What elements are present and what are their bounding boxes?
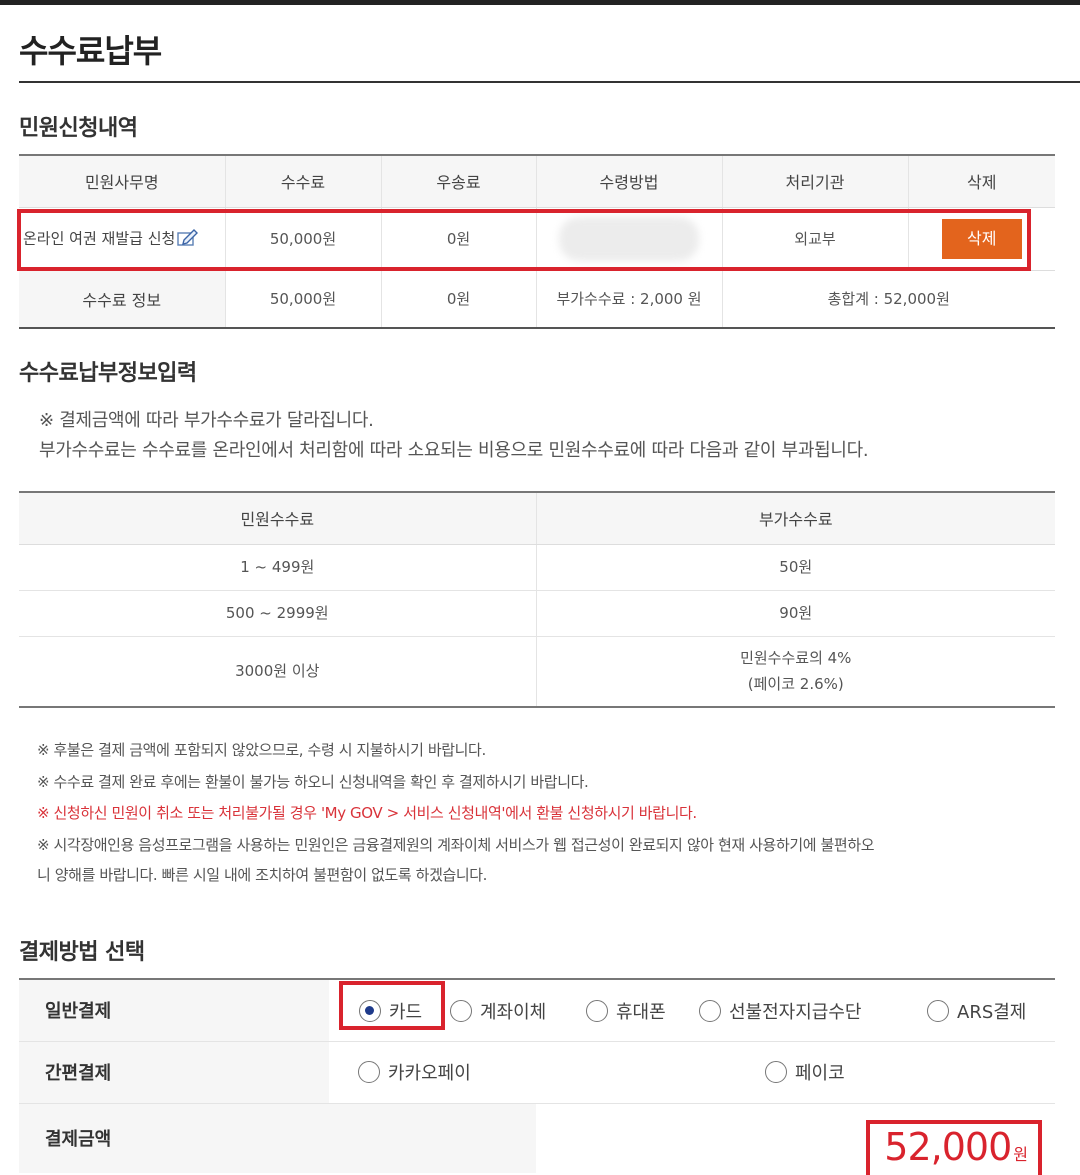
section-title-payment-info: 수수료납부정보입력: [19, 361, 197, 386]
surcharge-fee-range: 3000원 이상: [19, 636, 537, 707]
radio-mobile-label: 휴대폰: [616, 1002, 666, 1023]
title-divider: [19, 81, 1080, 83]
fee-info-fee: 50,000원: [225, 270, 382, 328]
radio-prepaid-label: 선불전자지급수단: [729, 1002, 862, 1023]
general-payment-label: 일반결제: [19, 979, 329, 1042]
surcharge-row: 3000원 이상 민원수수료의 4% (페이코 2.6%): [19, 636, 1055, 707]
delete-button[interactable]: 삭제: [941, 218, 1022, 259]
surcharge-fee-range: 500 ~ 2999원: [19, 590, 537, 637]
radio-bank-transfer-label: 계좌이체: [480, 1002, 547, 1023]
fee-info-surcharge: 부가수수료 : 2,000 원: [536, 270, 723, 328]
note-accessibility-2: 니 양해를 바랍니다. 빠른 시일 내에 조치하여 불편함이 없도록 하겠습니다…: [37, 866, 488, 884]
surcharge-amount: 50원: [536, 544, 1055, 591]
fee-info-postage: 0원: [381, 270, 537, 328]
fee-info-label: 수수료 정보: [19, 270, 226, 328]
application-table-header: 민원사무명 수수료 우송료 수령방법 처리기관 삭제: [19, 155, 1055, 208]
application-receipt-method: [536, 207, 723, 271]
note-refund-request: ※ 신청하신 민원이 취소 또는 처리불가될 경우 'My GOV > 서비스 …: [37, 804, 697, 822]
blurred-receipt-method: [559, 216, 699, 261]
radio-mobile-indicator[interactable]: [586, 1000, 608, 1022]
payment-amount: 52,000 원: [870, 1122, 1040, 1172]
application-table: 민원사무명 수수료 우송료 수령방법 처리기관 삭제 온라인 여권 재발급 신청…: [19, 154, 1055, 329]
surcharge-table: 민원수수료 부가수수료 1 ~ 499원 50원 500 ~ 2999원 90원…: [19, 491, 1055, 708]
surcharge-amount-cell: 민원수수료의 4% (페이코 2.6%): [536, 636, 1055, 707]
surcharge-amount: 민원수수료의 4%: [740, 649, 852, 668]
radio-mobile[interactable]: 휴대폰: [586, 998, 666, 1024]
application-postage: 0원: [381, 207, 537, 271]
application-fee: 50,000원: [225, 207, 382, 271]
radio-bank-transfer-indicator[interactable]: [450, 1000, 472, 1022]
radio-card-indicator[interactable]: [359, 1000, 381, 1022]
col-header-receipt-method: 수령방법: [536, 155, 723, 208]
simple-payment-row: 간편결제: [19, 1041, 1055, 1104]
payment-amount-label: 결제금액: [19, 1103, 536, 1173]
radio-ars-indicator[interactable]: [927, 1000, 949, 1022]
section-title-application: 민원신청내역: [19, 116, 138, 141]
radio-kakaopay-indicator[interactable]: [358, 1061, 380, 1083]
application-delete-cell: 삭제: [908, 207, 1055, 271]
col-header-surcharge: 부가수수료: [536, 492, 1055, 545]
col-header-postage: 우송료: [381, 155, 537, 208]
radio-ars-label: ARS결제: [957, 1002, 1027, 1023]
radio-prepaid-indicator[interactable]: [699, 1000, 721, 1022]
application-agency: 외교부: [722, 207, 909, 271]
radio-kakaopay-label: 카카오페이: [388, 1063, 471, 1084]
radio-bank-transfer[interactable]: 계좌이체: [450, 998, 546, 1024]
radio-prepaid[interactable]: 선불전자지급수단: [699, 998, 861, 1024]
section-title-payment-method: 결제방법 선택: [19, 940, 145, 965]
col-header-delete: 삭제: [908, 155, 1055, 208]
application-row: 온라인 여권 재발급 신청 50,000원 0원 외교부 삭제: [19, 207, 1055, 271]
surcharge-table-header: 민원수수료 부가수수료: [19, 492, 1055, 545]
simple-payment-label: 간편결제: [19, 1041, 329, 1104]
radio-card-label: 카드: [389, 1002, 423, 1023]
surcharge-amount-payco: (페이코 2.6%): [747, 675, 844, 694]
top-bar: [0, 0, 1080, 5]
application-name: 온라인 여권 재발급 신청: [23, 229, 176, 247]
note-no-refund: ※ 수수료 결제 완료 후에는 환불이 불가능 하오니 신청내역을 확인 후 결…: [37, 773, 589, 791]
notice-line-2: 부가수수료는 수수료를 온라인에서 처리함에 따라 소요되는 비용으로 민원수수…: [39, 440, 869, 461]
note-accessibility-1: ※ 시각장애인용 음성프로그램을 사용하는 민원인은 금융결제원의 계좌이체 서…: [37, 836, 875, 854]
page-title: 수수료납부: [19, 32, 162, 70]
radio-card[interactable]: 카드: [359, 998, 422, 1024]
col-header-civil-fee: 민원수수료: [19, 492, 537, 545]
surcharge-amount: 90원: [536, 590, 1055, 637]
col-header-name: 민원사무명: [19, 155, 226, 208]
edit-icon[interactable]: [177, 227, 199, 251]
radio-payco-label: 페이코: [795, 1063, 845, 1084]
radio-payco[interactable]: 페이코: [765, 1059, 845, 1085]
surcharge-row: 1 ~ 499원 50원: [19, 544, 1055, 591]
surcharge-row: 500 ~ 2999원 90원: [19, 590, 1055, 637]
payment-amount-value: 52,000: [884, 1125, 1012, 1169]
fee-info-total: 총합계 : 52,000원: [827, 290, 950, 309]
col-header-agency: 처리기관: [722, 155, 909, 208]
surcharge-fee-range: 1 ~ 499원: [19, 544, 537, 591]
application-name-cell: 온라인 여권 재발급 신청: [19, 207, 226, 271]
radio-payco-indicator[interactable]: [765, 1061, 787, 1083]
radio-ars[interactable]: ARS결제: [927, 998, 1026, 1024]
notice-line-1: ※ 결제금액에 따라 부가수수료가 달라집니다.: [39, 410, 374, 431]
payment-amount-unit: 원: [1013, 1145, 1028, 1164]
col-header-fee: 수수료: [225, 155, 382, 208]
note-postpay: ※ 후불은 결제 금액에 포함되지 않았으므로, 수령 시 지불하시기 바랍니다…: [37, 741, 486, 759]
radio-kakaopay[interactable]: 카카오페이: [358, 1059, 471, 1085]
fee-info-row: 수수료 정보 50,000원 0원 부가수수료 : 2,000 원 총합계 : …: [19, 270, 1055, 328]
